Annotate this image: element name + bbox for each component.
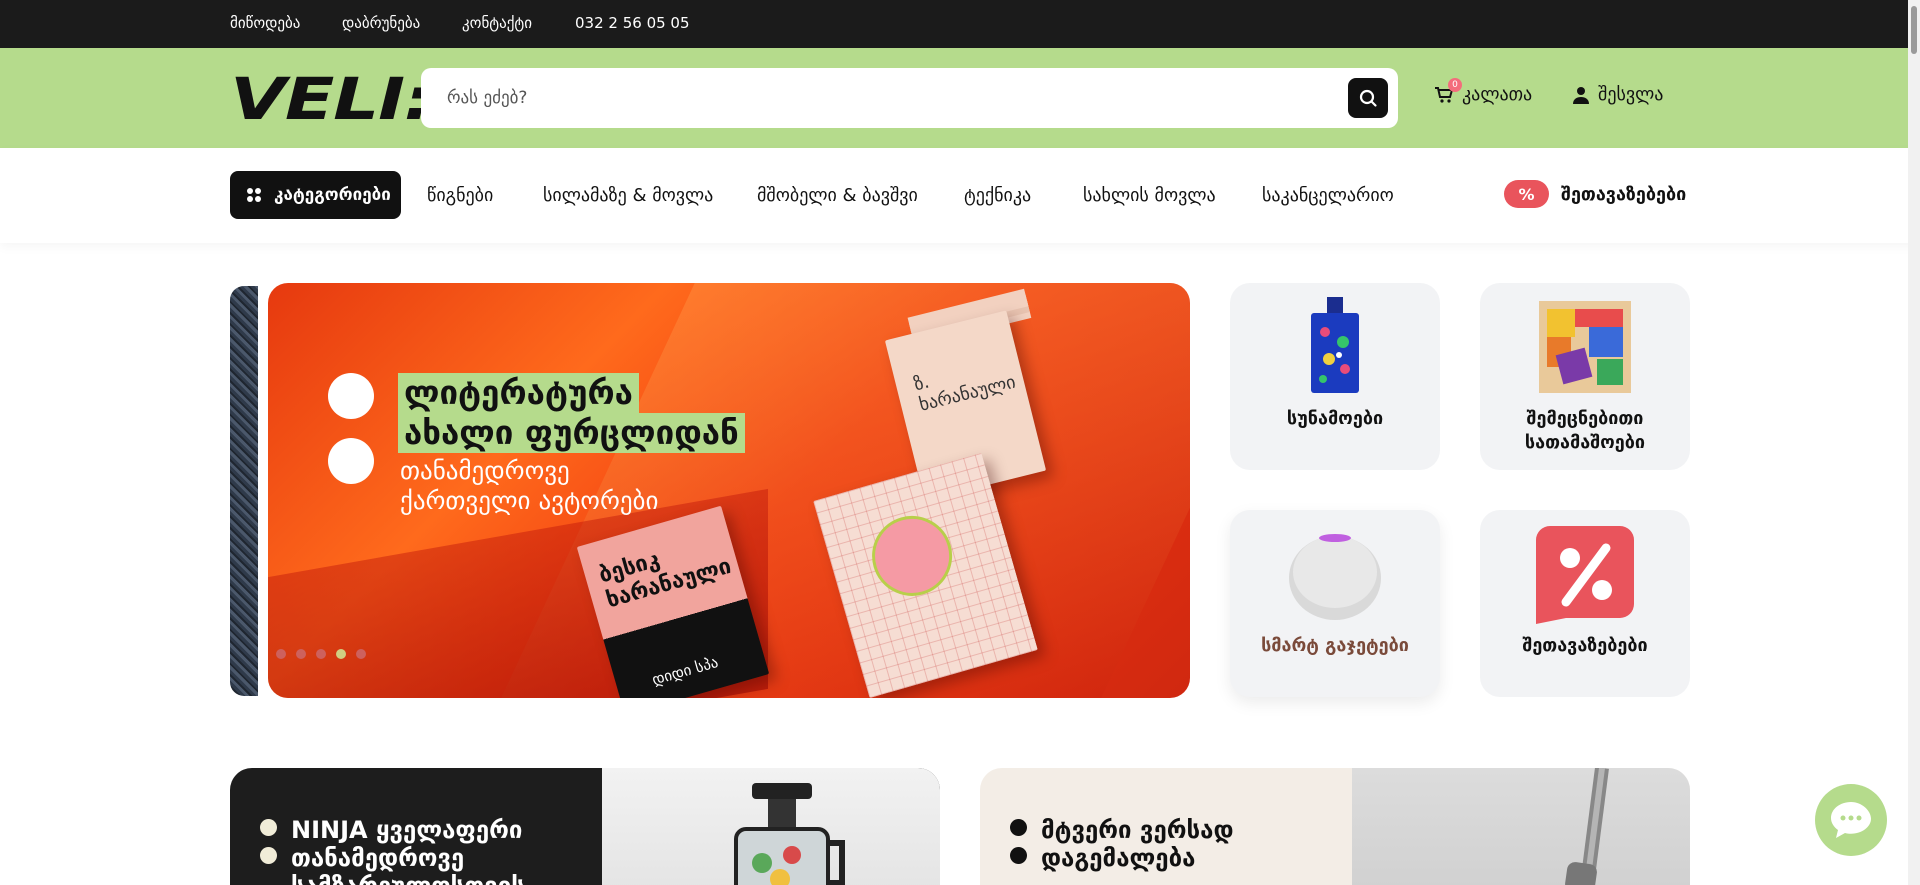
promo-banner-ninja[interactable]: NINJA ყველაფერი თანამედროვე სამზარეულოსთ…	[230, 768, 940, 885]
login-label: შესვლა	[1598, 84, 1664, 105]
header: VELI: 0 კალათა შე	[0, 48, 1920, 148]
category-tile-deals[interactable]: შეთავაზებები	[1480, 510, 1690, 697]
slider-dot[interactable]	[296, 649, 306, 659]
perfume-bottle-icon	[1311, 297, 1359, 393]
scrollbar-thumb[interactable]	[1911, 6, 1917, 54]
topbar-link-delivery[interactable]: მიწოდება	[230, 14, 300, 32]
percent-badge-icon	[1536, 526, 1634, 624]
nav-item-beauty[interactable]: სილამაზე & მოვლა	[543, 185, 713, 206]
percent-icon: %	[1504, 180, 1549, 208]
category-tile-smart-gadgets[interactable]: სმარტ გაჯეტები	[1230, 510, 1440, 697]
nav-deals-link[interactable]: % შეთავაზებები	[1504, 180, 1686, 208]
search-icon	[1359, 89, 1377, 107]
hero-slider[interactable]: ლიტერატურა ახალი ფურცლიდან თანამედროვე ქ…	[268, 283, 1190, 698]
nav-item-books[interactable]: წიგნები	[427, 185, 493, 206]
grid-icon	[247, 188, 261, 202]
nav-item-stationery[interactable]: საკანცელარიო	[1262, 185, 1394, 206]
book-title: ბესიკ ხარანაული	[596, 547, 735, 614]
vacuum-cleaner-image	[1565, 768, 1609, 885]
smart-speaker-icon	[1289, 534, 1381, 620]
hero-bullet-icon	[328, 438, 374, 484]
slider-dot[interactable]	[356, 649, 366, 659]
cart-link[interactable]: 0 კალათა	[1434, 77, 1533, 105]
promo-text: NINJA ყველაფერი თანამედროვე სამზარეულოსთ…	[260, 816, 525, 885]
book-title: ზ. ხარანაული	[912, 371, 1018, 416]
cart-label: კალათა	[1462, 84, 1533, 105]
main-nav: კატეგორიები წიგნები სილამაზე & მოვლა მშო…	[0, 148, 1920, 243]
promo-image-area	[602, 768, 940, 885]
user-icon	[1573, 86, 1589, 104]
promo-banner-vacuum[interactable]: მტვერი ვერსად დაგემალება	[980, 768, 1690, 885]
bullet-icon	[1010, 847, 1027, 864]
book-author: დიდი სპა	[649, 652, 721, 690]
page-scrollbar[interactable]	[1908, 0, 1920, 885]
nav-item-tech[interactable]: ტექნიკა	[964, 185, 1031, 206]
slider-pagination	[276, 649, 366, 659]
cart-icon: 0	[1434, 77, 1462, 105]
nav-item-home-care[interactable]: სახლის მოვლა	[1083, 185, 1216, 206]
nav-item-parent-child[interactable]: მშობელი & ბავშვი	[757, 185, 918, 206]
tile-label: სუნამოები	[1286, 408, 1384, 429]
cart-count-badge: 0	[1448, 77, 1462, 92]
chat-button[interactable]	[1815, 784, 1887, 856]
hero-subtitle-line1: თანამედროვე	[400, 456, 570, 485]
topbar-link-contact[interactable]: კონტაქტი	[462, 14, 532, 32]
topbar-phone[interactable]: 032 2 56 05 05	[575, 14, 690, 32]
tile-label: შეთავაზებები	[1522, 635, 1648, 656]
puzzle-toy-icon	[1539, 301, 1631, 393]
category-tile-perfume[interactable]: სუნამოები	[1230, 283, 1440, 470]
hero-bullet-icon	[328, 373, 374, 419]
promo-text: მტვერი ვერსად დაგემალება	[1010, 816, 1234, 872]
topbar-link-returns[interactable]: დაბრუნება	[342, 14, 420, 32]
login-link[interactable]: შესვლა	[1572, 84, 1663, 105]
search-input[interactable]	[447, 68, 1307, 128]
tile-label: სმარტ გაჯეტები	[1261, 635, 1409, 656]
bullet-icon	[260, 819, 277, 836]
logo[interactable]: VELI:	[230, 70, 433, 128]
search-box	[421, 68, 1398, 128]
search-button[interactable]	[1348, 78, 1388, 118]
tile-label: შემეცნებითი სათამაშოები	[1524, 408, 1646, 453]
previous-slide-peek[interactable]	[230, 286, 258, 696]
page: მიწოდება დაბრუნება კონტაქტი 032 2 56 05 …	[0, 0, 1920, 885]
food-processor-image	[734, 783, 845, 885]
chat-bubble-icon	[1831, 802, 1871, 838]
slider-dot[interactable]	[316, 649, 326, 659]
top-bar: მიწოდება დაბრუნება კონტაქტი 032 2 56 05 …	[0, 0, 1920, 48]
hero-title-line2: ახალი ფურცლიდან	[398, 413, 745, 453]
slider-dot[interactable]	[276, 649, 286, 659]
slider-dot-active[interactable]	[336, 649, 346, 659]
hero-subtitle-line2: ქართველი ავტორები	[400, 486, 659, 515]
categories-label: კატეგორიები	[274, 185, 391, 205]
promo-image-area	[1352, 768, 1690, 885]
category-tile-educational-toys[interactable]: შემეცნებითი სათამაშოები	[1480, 283, 1690, 470]
bullet-icon	[1010, 819, 1027, 836]
hero-title-line1: ლიტერატურა	[398, 373, 639, 413]
bullet-icon	[260, 847, 277, 864]
deals-label: შეთავაზებები	[1561, 183, 1687, 205]
categories-button[interactable]: კატეგორიები	[230, 171, 401, 219]
